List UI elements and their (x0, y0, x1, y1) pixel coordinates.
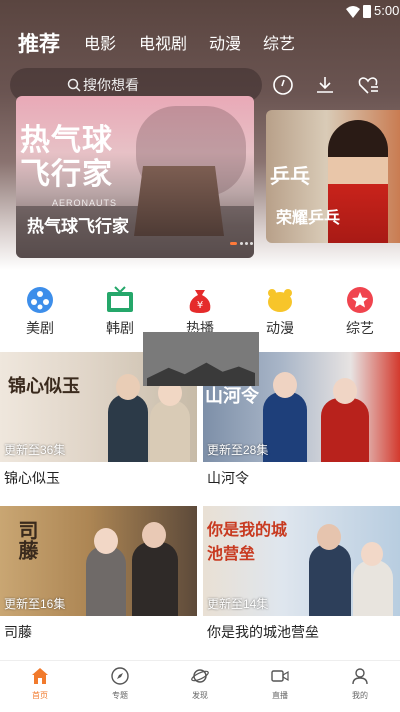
category-label: 韩剧 (106, 320, 134, 336)
episode-badge: 更新至14集 (207, 597, 269, 611)
tab-movies[interactable]: 电影 (84, 30, 116, 60)
nav-label: 专题 (112, 691, 128, 700)
tab-recommend[interactable]: 推荐 (18, 30, 60, 60)
poster-title[interactable]: 锦心似玉 (4, 468, 60, 488)
category-tabs: 推荐 电影 电视剧 动漫 综艺 (0, 30, 400, 60)
banner-side-logo: 乒乓 (270, 166, 310, 188)
nav-home[interactable]: 首页 (0, 661, 80, 712)
poster-figure (108, 394, 148, 462)
poster-figure-head (361, 542, 383, 566)
banner-main[interactable]: 热气球 飞行家 AERONAUTS 热气球飞行家 (16, 96, 254, 258)
tv-icon (107, 286, 133, 312)
banner-pagination (230, 242, 254, 246)
tab-tv-series[interactable]: 电视剧 (139, 30, 187, 60)
poster-figure (321, 398, 369, 462)
pagination-dot (245, 242, 248, 245)
poster-card[interactable]: 你是我的城池营垒 更新至14集 (203, 506, 400, 616)
pagination-dot (240, 242, 243, 245)
pagination-dot-active (230, 242, 237, 245)
money-bag-icon: ¥ (189, 290, 211, 313)
history-icon[interactable] (272, 74, 294, 96)
category-label: 综艺 (346, 320, 374, 336)
category-variety[interactable]: 综艺 (332, 284, 388, 340)
download-icon[interactable] (314, 74, 336, 96)
video-camera-icon (271, 670, 289, 682)
tab-anime[interactable]: 动漫 (209, 30, 241, 60)
banner-balloon-basket-art (134, 166, 224, 236)
tab-variety[interactable]: 综艺 (263, 30, 295, 60)
poster-figure-head (273, 372, 297, 398)
heart-list-icon[interactable] (357, 74, 379, 96)
app-screen: 5:00 推荐 电影 电视剧 动漫 综艺 搜你想看 热气球 飞行家 AERONAU… (0, 0, 400, 712)
banner-logo-text: 热气球 飞行家 (20, 124, 113, 191)
nav-label: 首页 (32, 691, 48, 700)
status-bar: 5:00 (0, 0, 400, 24)
poster-title[interactable]: 司藤 (4, 622, 32, 642)
wifi-icon (346, 6, 360, 18)
film-reel-icon (27, 287, 53, 313)
planet-icon (191, 669, 209, 683)
category-us-drama[interactable]: 美剧 (12, 284, 68, 340)
banner-caption: 热气球飞行家 (27, 217, 129, 236)
poster-figure (132, 542, 178, 616)
poster-title[interactable]: 你是我的城池营垒 (207, 622, 319, 642)
search-icon (67, 78, 81, 92)
banner-side-caption: 荣耀乒乓 (276, 210, 341, 227)
loading-silhouette (147, 362, 255, 386)
category-label: 美剧 (26, 320, 54, 336)
poster-figure (353, 560, 393, 616)
compass-icon (111, 667, 129, 685)
nav-profile[interactable]: 我的 (320, 661, 400, 712)
category-anime[interactable]: 动漫 (252, 284, 308, 340)
poster-figure-head (94, 528, 118, 554)
category-korean-drama[interactable]: 韩剧 (92, 284, 148, 340)
svg-text:¥: ¥ (197, 300, 203, 311)
poster-figure-head (142, 522, 166, 548)
nav-label: 发现 (192, 691, 208, 700)
episode-badge: 更新至36集 (4, 443, 66, 457)
poster-art-title: 锦心似玉 (8, 376, 80, 396)
nav-label: 直播 (272, 691, 288, 700)
poster-figure-head (333, 378, 357, 404)
poster-art-title: 司藤 (15, 520, 37, 560)
category-label: 动漫 (266, 320, 294, 336)
episode-badge: 更新至16集 (4, 597, 66, 611)
banner-side[interactable]: 乒乓 荣耀乒乓 (266, 110, 400, 243)
nav-label: 我的 (352, 691, 368, 700)
nav-topics[interactable]: 专题 (80, 661, 160, 712)
poster-figure (309, 544, 351, 616)
nav-discover[interactable]: 发现 (160, 661, 240, 712)
poster-title[interactable]: 山河令 (207, 468, 249, 488)
poster-figure (263, 392, 307, 462)
bottom-navigation: 首页 专题 发现 直播 我的 (0, 660, 400, 712)
nav-live[interactable]: 直播 (240, 661, 320, 712)
poster-card[interactable]: 司藤 更新至16集 (0, 506, 197, 616)
poster-art-title: 你是我的城池营垒 (207, 522, 288, 563)
user-icon (352, 668, 368, 685)
poster-figure (150, 400, 190, 462)
poster-figure-head (317, 524, 341, 550)
episode-badge: 更新至28集 (207, 443, 269, 457)
status-time: 5:00 (374, 3, 400, 18)
home-icon (32, 668, 48, 684)
star-icon (347, 287, 373, 313)
poster-figure (86, 546, 126, 616)
bear-icon (268, 289, 292, 312)
pagination-dot (250, 242, 253, 245)
battery-icon (363, 5, 371, 18)
banner-logo-subtitle: AERONAUTS (52, 198, 118, 208)
loading-overlay (143, 332, 259, 386)
poster-figure-head (116, 374, 140, 400)
